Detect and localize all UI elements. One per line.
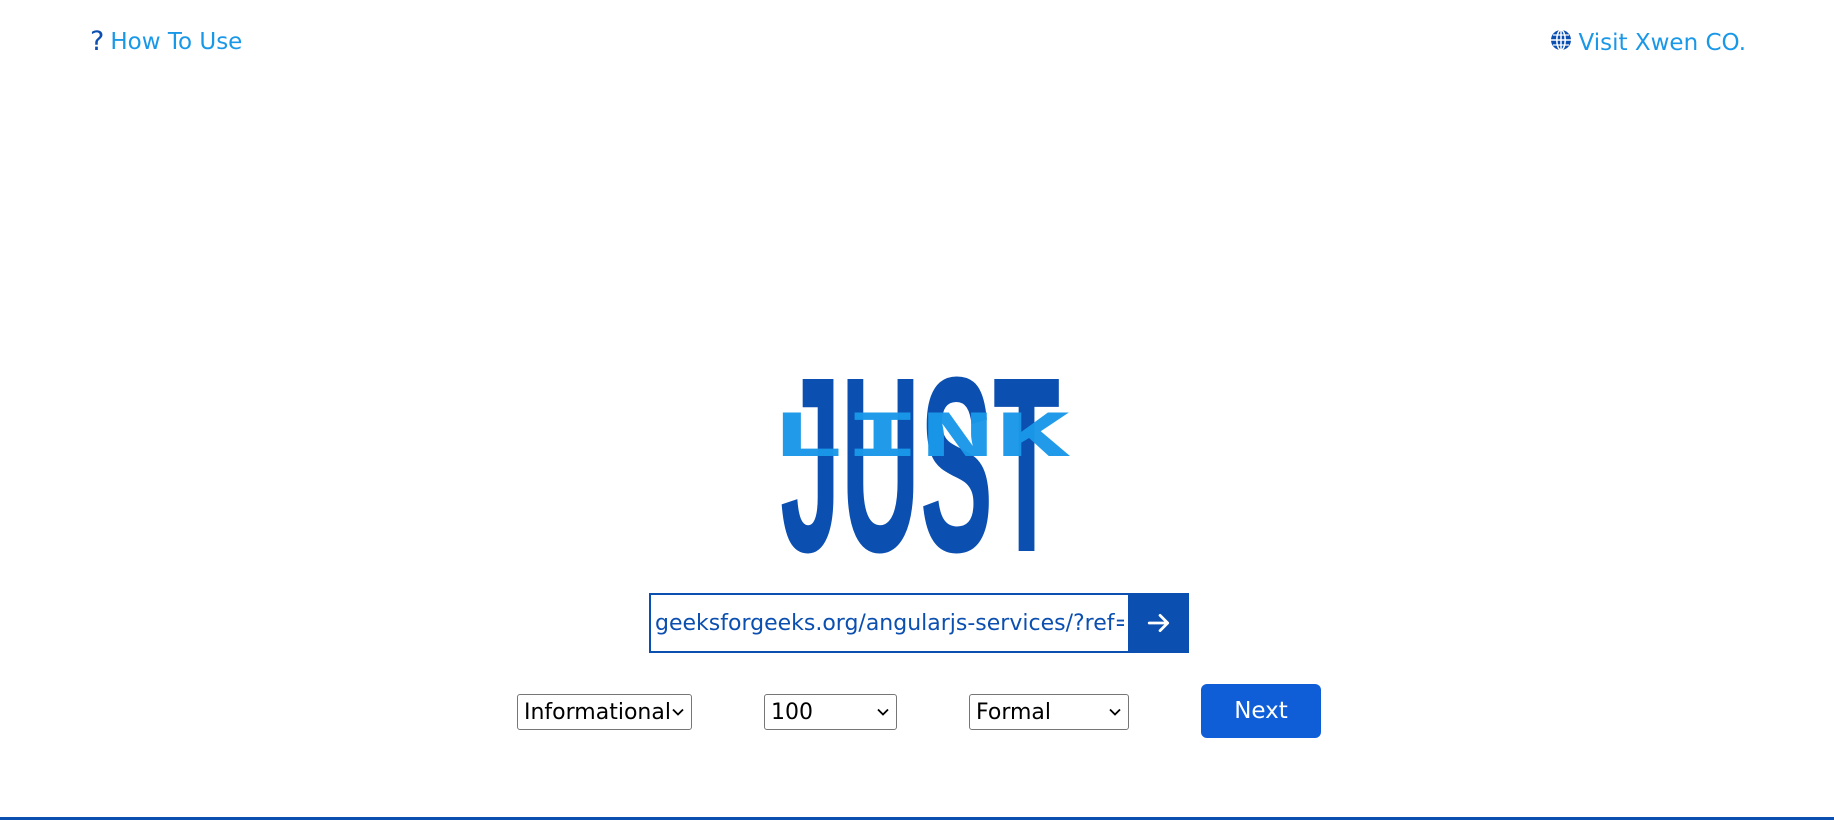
arrow-right-icon (1146, 610, 1172, 636)
url-input[interactable] (649, 593, 1128, 653)
logo-link-text: LINK (770, 401, 1071, 476)
chevron-down-icon (1109, 708, 1121, 716)
page: ? How To Use Visit Xwen CO. JUST LINK ge… (0, 0, 1834, 820)
next-button[interactable]: Next (1201, 684, 1321, 738)
how-to-use-link[interactable]: ? How To Use (90, 28, 242, 55)
visit-xwen-link[interactable]: Visit Xwen CO. (1549, 28, 1746, 58)
just-link-logo: JUST LINK (760, 325, 1080, 604)
visit-xwen-label: Visit Xwen CO. (1578, 30, 1746, 56)
chevron-down-icon (672, 708, 684, 716)
url-form (649, 593, 1189, 653)
how-to-use-label: How To Use (110, 28, 243, 55)
word-count-value: 100 (771, 699, 813, 725)
chevron-down-icon (877, 708, 889, 716)
question-mark-icon: ? (90, 26, 105, 57)
tone-select[interactable]: Formal (969, 694, 1129, 730)
word-count-select[interactable]: 100 (764, 694, 897, 730)
tone-value: Formal (976, 699, 1052, 725)
globe-icon (1549, 28, 1573, 58)
content-type-select[interactable]: Informational (517, 694, 692, 730)
submit-url-button[interactable] (1128, 593, 1189, 653)
content-type-value: Informational (524, 699, 671, 725)
